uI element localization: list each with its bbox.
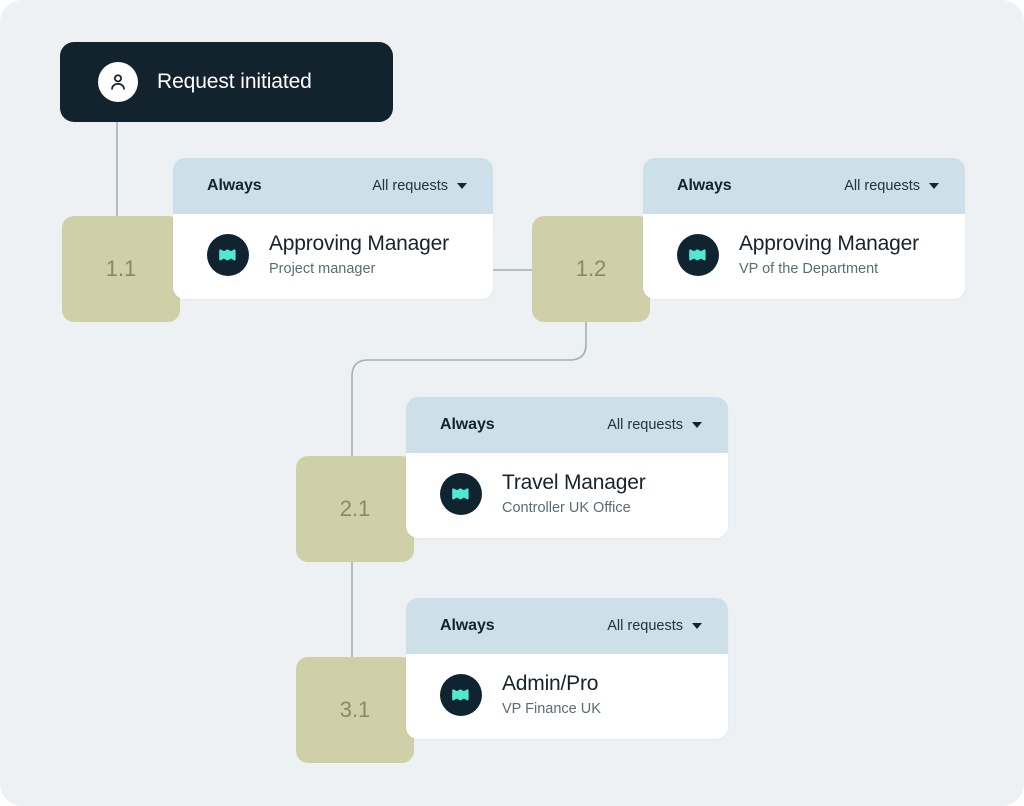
step-filter-dropdown[interactable]: All requests	[607, 618, 702, 634]
step-card[interactable]: Always All requests Travel Manager Contr…	[406, 397, 728, 539]
trigger-label: Request initiated	[157, 70, 312, 93]
step-header: Always All requests	[406, 397, 728, 453]
step-body: Approving Manager Project manager	[173, 214, 493, 299]
step-condition-label: Always	[207, 177, 262, 194]
step-condition-label: Always	[440, 617, 495, 634]
step-filter-label: All requests	[372, 178, 448, 194]
approver-info: Admin/Pro VP Finance UK	[502, 672, 601, 717]
trigger-card[interactable]: Request initiated	[60, 42, 393, 122]
step-header: Always All requests	[643, 158, 965, 214]
step-header: Always All requests	[173, 158, 493, 214]
avatar	[677, 233, 719, 276]
avatar	[207, 233, 249, 276]
step-index-badge: 1.2	[532, 216, 650, 322]
step-body: Travel Manager Controller UK Office	[406, 453, 728, 538]
step-index-badge: 1.1	[62, 216, 180, 322]
approver-subtitle: VP Finance UK	[502, 701, 601, 718]
approver-subtitle: Project manager	[269, 261, 376, 278]
step-index-badge: 3.1	[296, 657, 414, 763]
step-card[interactable]: Always All requests Approving Manager Pr…	[173, 158, 493, 300]
chevron-down-icon	[457, 183, 467, 189]
approver-subtitle: Controller UK Office	[502, 500, 631, 517]
step-condition-label: Always	[440, 416, 495, 433]
step-filter-label: All requests	[607, 417, 683, 433]
step-card[interactable]: Always All requests Approving Manager VP…	[643, 158, 965, 300]
approver-role: Approving Manager	[739, 232, 919, 255]
approver-subtitle: VP of the Department	[739, 261, 879, 278]
step-card[interactable]: Always All requests Admin/Pro VP Finance…	[406, 598, 728, 740]
approver-info: Approving Manager VP of the Department	[739, 232, 919, 277]
step-header: Always All requests	[406, 598, 728, 654]
chevron-down-icon	[929, 183, 939, 189]
chevron-down-icon	[692, 623, 702, 629]
step-filter-dropdown[interactable]: All requests	[372, 178, 467, 194]
step-body: Approving Manager VP of the Department	[643, 214, 965, 299]
avatar	[440, 673, 482, 716]
person-icon	[98, 62, 138, 102]
step-filter-dropdown[interactable]: All requests	[607, 417, 702, 433]
step-filter-label: All requests	[844, 178, 920, 194]
approver-role: Approving Manager	[269, 232, 449, 255]
approver-info: Approving Manager Project manager	[269, 232, 449, 277]
chevron-down-icon	[692, 422, 702, 428]
step-filter-dropdown[interactable]: All requests	[844, 178, 939, 194]
step-body: Admin/Pro VP Finance UK	[406, 654, 728, 739]
approver-role: Admin/Pro	[502, 672, 599, 695]
step-index-badge: 2.1	[296, 456, 414, 562]
approval-workflow-diagram: Request initiated 1.1 Always All request…	[0, 0, 1024, 806]
step-filter-label: All requests	[607, 618, 683, 634]
approver-info: Travel Manager Controller UK Office	[502, 471, 646, 517]
avatar	[440, 472, 482, 515]
step-condition-label: Always	[677, 177, 732, 194]
approver-role: Travel Manager	[502, 471, 646, 494]
